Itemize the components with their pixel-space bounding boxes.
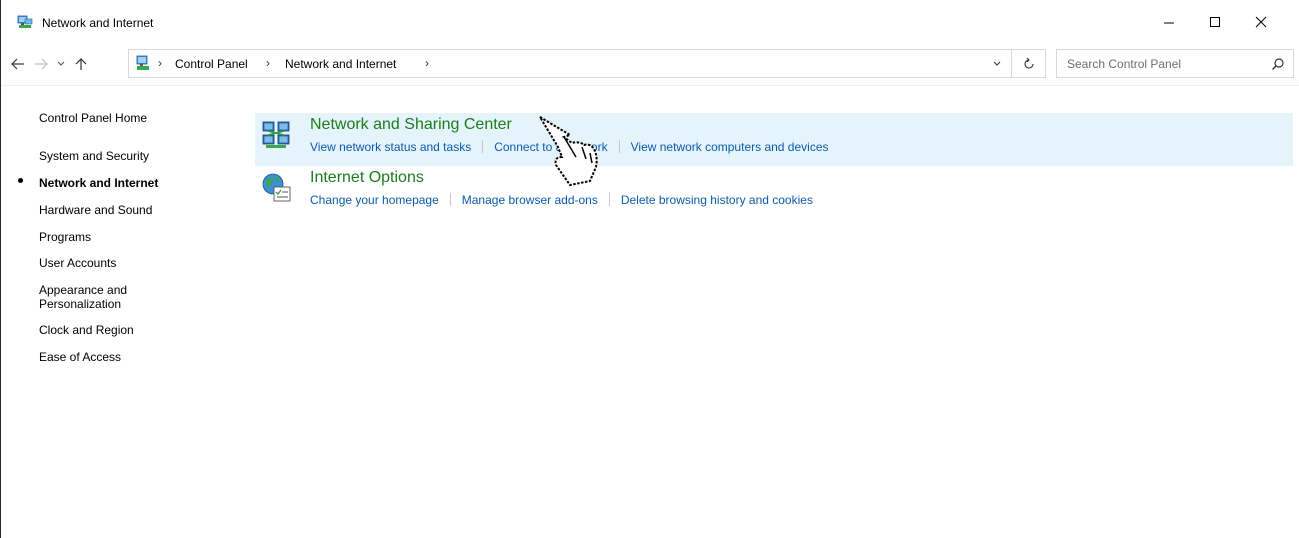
category-internet-options: Internet Options Change your homepage Man… — [255, 166, 1293, 219]
minimize-button[interactable] — [1146, 6, 1192, 38]
category-links: View network status and tasks Connect to … — [310, 140, 829, 154]
link-separator — [618, 140, 620, 153]
up-arrow-icon — [75, 58, 87, 70]
network-folder-icon — [17, 14, 33, 30]
navigation-bar: › Control Panel › Network and Internet › — [1, 44, 1299, 86]
sidebar-item-programs[interactable]: Programs — [39, 230, 91, 244]
link-manage-browser-add-ons[interactable]: Manage browser add-ons — [462, 193, 598, 207]
refresh-icon — [1024, 57, 1034, 69]
search-icon[interactable] — [1269, 56, 1287, 72]
sidebar-item-appearance-and-personalization-line2[interactable]: Personalization — [39, 297, 121, 311]
link-view-network-computers[interactable]: View network computers and devices — [631, 140, 829, 154]
link-delete-browsing-history[interactable]: Delete browsing history and cookies — [621, 193, 813, 207]
chevron-down-icon — [57, 61, 65, 66]
forward-button[interactable] — [31, 54, 51, 74]
sidebar-item-hardware-and-sound[interactable]: Hardware and Sound — [39, 203, 152, 217]
sidebar-item-clock-and-region[interactable]: Clock and Region — [39, 323, 134, 337]
close-button[interactable] — [1238, 6, 1284, 38]
link-separator — [608, 193, 610, 206]
minimize-icon — [1164, 22, 1174, 24]
sidebar-item-control-panel-home[interactable]: Control Panel Home — [39, 111, 147, 125]
breadcrumb-control-panel[interactable]: Control Panel — [175, 57, 248, 71]
category-title-network-and-sharing-center[interactable]: Network and Sharing Center — [310, 116, 512, 134]
chevron-down-icon — [993, 61, 1001, 66]
link-separator — [482, 140, 484, 153]
up-button[interactable] — [71, 54, 91, 74]
sidebar-item-ease-of-access[interactable]: Ease of Access — [39, 350, 121, 364]
category-links: Change your homepage Manage browser add-o… — [310, 193, 813, 207]
link-separator — [449, 193, 451, 206]
back-arrow-icon — [11, 58, 24, 70]
close-icon — [1255, 16, 1267, 28]
refresh-button[interactable] — [1011, 50, 1046, 77]
breadcrumb-separator[interactable]: › — [425, 56, 429, 70]
maximize-icon — [1210, 17, 1220, 27]
sidebar-item-system-and-security[interactable]: System and Security — [39, 149, 149, 163]
recent-locations-button[interactable] — [51, 54, 71, 74]
forward-arrow-icon — [35, 58, 48, 70]
address-history-dropdown[interactable] — [989, 56, 1005, 72]
active-bullet-icon — [18, 178, 23, 183]
breadcrumb-network-and-internet[interactable]: Network and Internet — [285, 57, 396, 71]
address-bar[interactable]: › Control Panel › Network and Internet › — [128, 49, 1046, 78]
link-connect-to-network[interactable]: Connect to a network — [494, 140, 607, 154]
network-sharing-icon[interactable] — [260, 117, 294, 151]
breadcrumb-separator[interactable]: › — [266, 56, 270, 70]
search-box[interactable] — [1056, 49, 1294, 78]
back-button[interactable] — [8, 54, 28, 74]
search-input[interactable] — [1057, 50, 1267, 77]
sidebar-item-user-accounts[interactable]: User Accounts — [39, 256, 116, 270]
link-change-homepage[interactable]: Change your homepage — [310, 193, 439, 207]
sidebar-item-appearance-and-personalization[interactable]: Appearance and — [39, 283, 127, 297]
control-panel-icon — [135, 55, 151, 71]
internet-options-icon[interactable] — [260, 170, 294, 204]
sidebar-item-network-and-internet[interactable]: Network and Internet — [39, 176, 158, 190]
category-network-and-sharing-center: Network and Sharing Center View network … — [255, 113, 1293, 166]
window-title: Network and Internet — [42, 16, 154, 30]
link-view-network-status[interactable]: View network status and tasks — [310, 140, 471, 154]
category-title-internet-options[interactable]: Internet Options — [310, 169, 424, 187]
title-bar: Network and Internet — [1, 0, 1299, 44]
maximize-button[interactable] — [1192, 6, 1238, 38]
breadcrumb-separator: › — [158, 56, 162, 70]
